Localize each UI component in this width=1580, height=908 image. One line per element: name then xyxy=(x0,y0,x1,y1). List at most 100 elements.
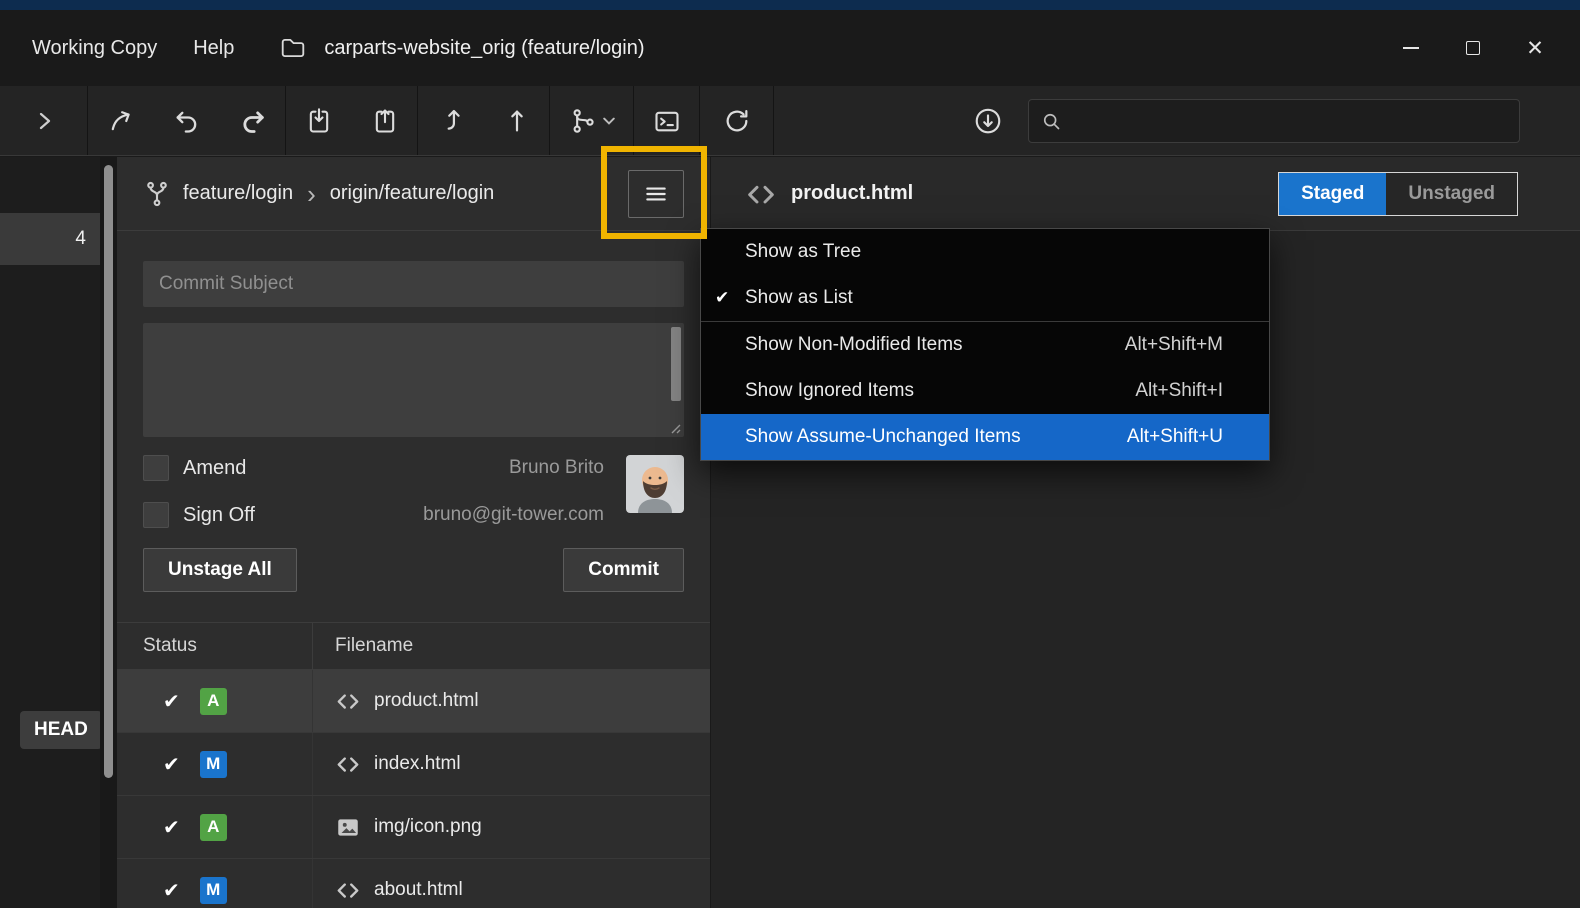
status-badge: A xyxy=(200,814,227,841)
local-branch[interactable]: feature/login xyxy=(183,182,293,205)
merge-button[interactable] xyxy=(550,86,634,155)
filename: product.html xyxy=(374,690,479,712)
detail-file-title: product.html xyxy=(791,182,913,205)
redo-icon xyxy=(239,107,267,135)
chevron-right-icon xyxy=(32,109,56,133)
close-icon: ✕ xyxy=(1526,38,1544,59)
staged-check-icon[interactable]: ✔ xyxy=(163,815,180,840)
table-row[interactable]: ✔ M about.html xyxy=(117,859,710,908)
stash-button[interactable] xyxy=(286,86,352,155)
sign-off-option[interactable]: Sign Off xyxy=(143,502,255,528)
table-row[interactable]: ✔ M index.html xyxy=(117,733,710,796)
ahead-count: 4 xyxy=(75,228,86,250)
commit-form: Amend Sign Off Bruno Brito bruno@git-tow… xyxy=(117,231,710,592)
window-title: carparts-website_orig (feature/login) xyxy=(324,37,644,60)
undo-icon xyxy=(173,107,201,135)
checkout-icon xyxy=(107,107,135,135)
fetch-button[interactable] xyxy=(960,86,1016,155)
graph-scrollbar-thumb[interactable] xyxy=(104,165,113,778)
commit-button[interactable]: Commit xyxy=(563,548,684,592)
table-row[interactable]: ✔ A img/icon.png xyxy=(117,796,710,859)
head-badge[interactable]: HEAD xyxy=(20,711,102,749)
undo-button[interactable] xyxy=(154,86,220,155)
filename: index.html xyxy=(374,753,461,775)
code-file-icon xyxy=(335,688,361,714)
view-options-menu: Show as Tree ✔ Show as List Show Non-Mod… xyxy=(700,228,1270,461)
sign-off-label: Sign Off xyxy=(183,504,255,527)
pull-button[interactable] xyxy=(418,86,484,155)
avatar xyxy=(626,455,684,513)
tab-staged[interactable]: Staged xyxy=(1279,173,1386,215)
search-icon xyxy=(1041,111,1061,131)
staged-check-icon[interactable]: ✔ xyxy=(163,752,180,777)
folder-icon xyxy=(278,35,308,61)
menu-item-show-non-modified[interactable]: Show Non-Modified Items Alt+Shift+M xyxy=(701,322,1269,368)
menu-item-show-ignored[interactable]: Show Ignored Items Alt+Shift+I xyxy=(701,368,1269,414)
amend-checkbox[interactable] xyxy=(143,455,169,481)
menu-item-show-as-list[interactable]: ✔ Show as List xyxy=(701,275,1269,321)
redo-button[interactable] xyxy=(220,86,286,155)
minimize-icon xyxy=(1403,47,1419,49)
refresh-button[interactable] xyxy=(700,86,774,155)
window-top-edge xyxy=(0,0,1580,10)
code-file-icon xyxy=(335,877,361,903)
table-row[interactable]: ✔ A product.html xyxy=(117,670,710,733)
close-button[interactable]: ✕ xyxy=(1504,26,1566,70)
code-file-icon xyxy=(745,178,777,210)
resize-grip-icon[interactable] xyxy=(667,420,681,434)
search-field[interactable] xyxy=(1028,99,1520,143)
commit-message-textarea[interactable] xyxy=(143,323,684,437)
minimize-button[interactable] xyxy=(1380,26,1442,70)
menu-shortcut: Alt+Shift+M xyxy=(1125,334,1223,356)
maximize-button[interactable] xyxy=(1442,26,1504,70)
merge-icon xyxy=(569,107,597,135)
detail-header: product.html Staged Unstaged xyxy=(711,157,1580,231)
commit-subject-input[interactable] xyxy=(143,261,684,307)
collapse-sidebar-button[interactable] xyxy=(0,86,88,155)
terminal-button[interactable] xyxy=(634,86,700,155)
pull-icon xyxy=(437,107,465,135)
breadcrumb-chevron-icon: › xyxy=(307,181,316,207)
amend-label: Amend xyxy=(183,457,246,480)
author-email: bruno@git-tower.com xyxy=(423,502,604,528)
filename: img/icon.png xyxy=(374,816,482,838)
menu-shortcut: Alt+Shift+I xyxy=(1135,380,1223,402)
status-column-header[interactable]: Status xyxy=(117,623,313,669)
menu-item-show-assume-unchanged[interactable]: Show Assume-Unchanged Items Alt+Shift+U xyxy=(701,414,1269,460)
remote-branch[interactable]: origin/feature/login xyxy=(330,182,495,205)
working-copy-row[interactable]: 4 xyxy=(0,213,100,265)
stash-down-icon xyxy=(305,107,333,135)
commit-message-box[interactable] xyxy=(143,323,684,437)
unstage-all-button[interactable]: Unstage All xyxy=(143,548,297,592)
push-button[interactable] xyxy=(484,86,550,155)
menu-help[interactable]: Help xyxy=(175,27,252,70)
chevron-down-icon xyxy=(603,117,615,125)
message-scrollbar-thumb[interactable] xyxy=(671,327,681,401)
code-file-icon xyxy=(335,751,361,777)
download-circle-icon xyxy=(973,106,1003,136)
stash-pop-button[interactable] xyxy=(352,86,418,155)
staged-check-icon[interactable]: ✔ xyxy=(163,689,180,714)
menu-working-copy[interactable]: Working Copy xyxy=(14,27,175,70)
graph-scrollbar[interactable] xyxy=(100,157,117,908)
toolbar xyxy=(0,86,1580,156)
search-input[interactable] xyxy=(1069,100,1519,142)
filename-column-header[interactable]: Filename xyxy=(313,623,710,669)
status-badge: M xyxy=(200,751,227,778)
filename: about.html xyxy=(374,879,463,901)
highlight-annotation-box xyxy=(601,146,707,239)
menu-shortcut: Alt+Shift+U xyxy=(1127,426,1223,448)
maximize-icon xyxy=(1466,41,1480,55)
tab-unstaged[interactable]: Unstaged xyxy=(1386,173,1517,215)
table-header: Status Filename xyxy=(117,622,710,670)
branch-icon xyxy=(143,180,171,208)
staged-files-table: Status Filename ✔ A product.html ✔ M xyxy=(117,622,710,908)
checkout-button[interactable] xyxy=(88,86,154,155)
menu-item-show-as-tree[interactable]: Show as Tree xyxy=(701,229,1269,275)
amend-option[interactable]: Amend xyxy=(143,455,255,481)
status-badge: A xyxy=(200,688,227,715)
menu-checkmark-icon: ✔ xyxy=(715,288,745,308)
commit-meta: Amend Sign Off Bruno Brito bruno@git-tow… xyxy=(143,455,684,528)
staged-check-icon[interactable]: ✔ xyxy=(163,878,180,903)
sign-off-checkbox[interactable] xyxy=(143,502,169,528)
